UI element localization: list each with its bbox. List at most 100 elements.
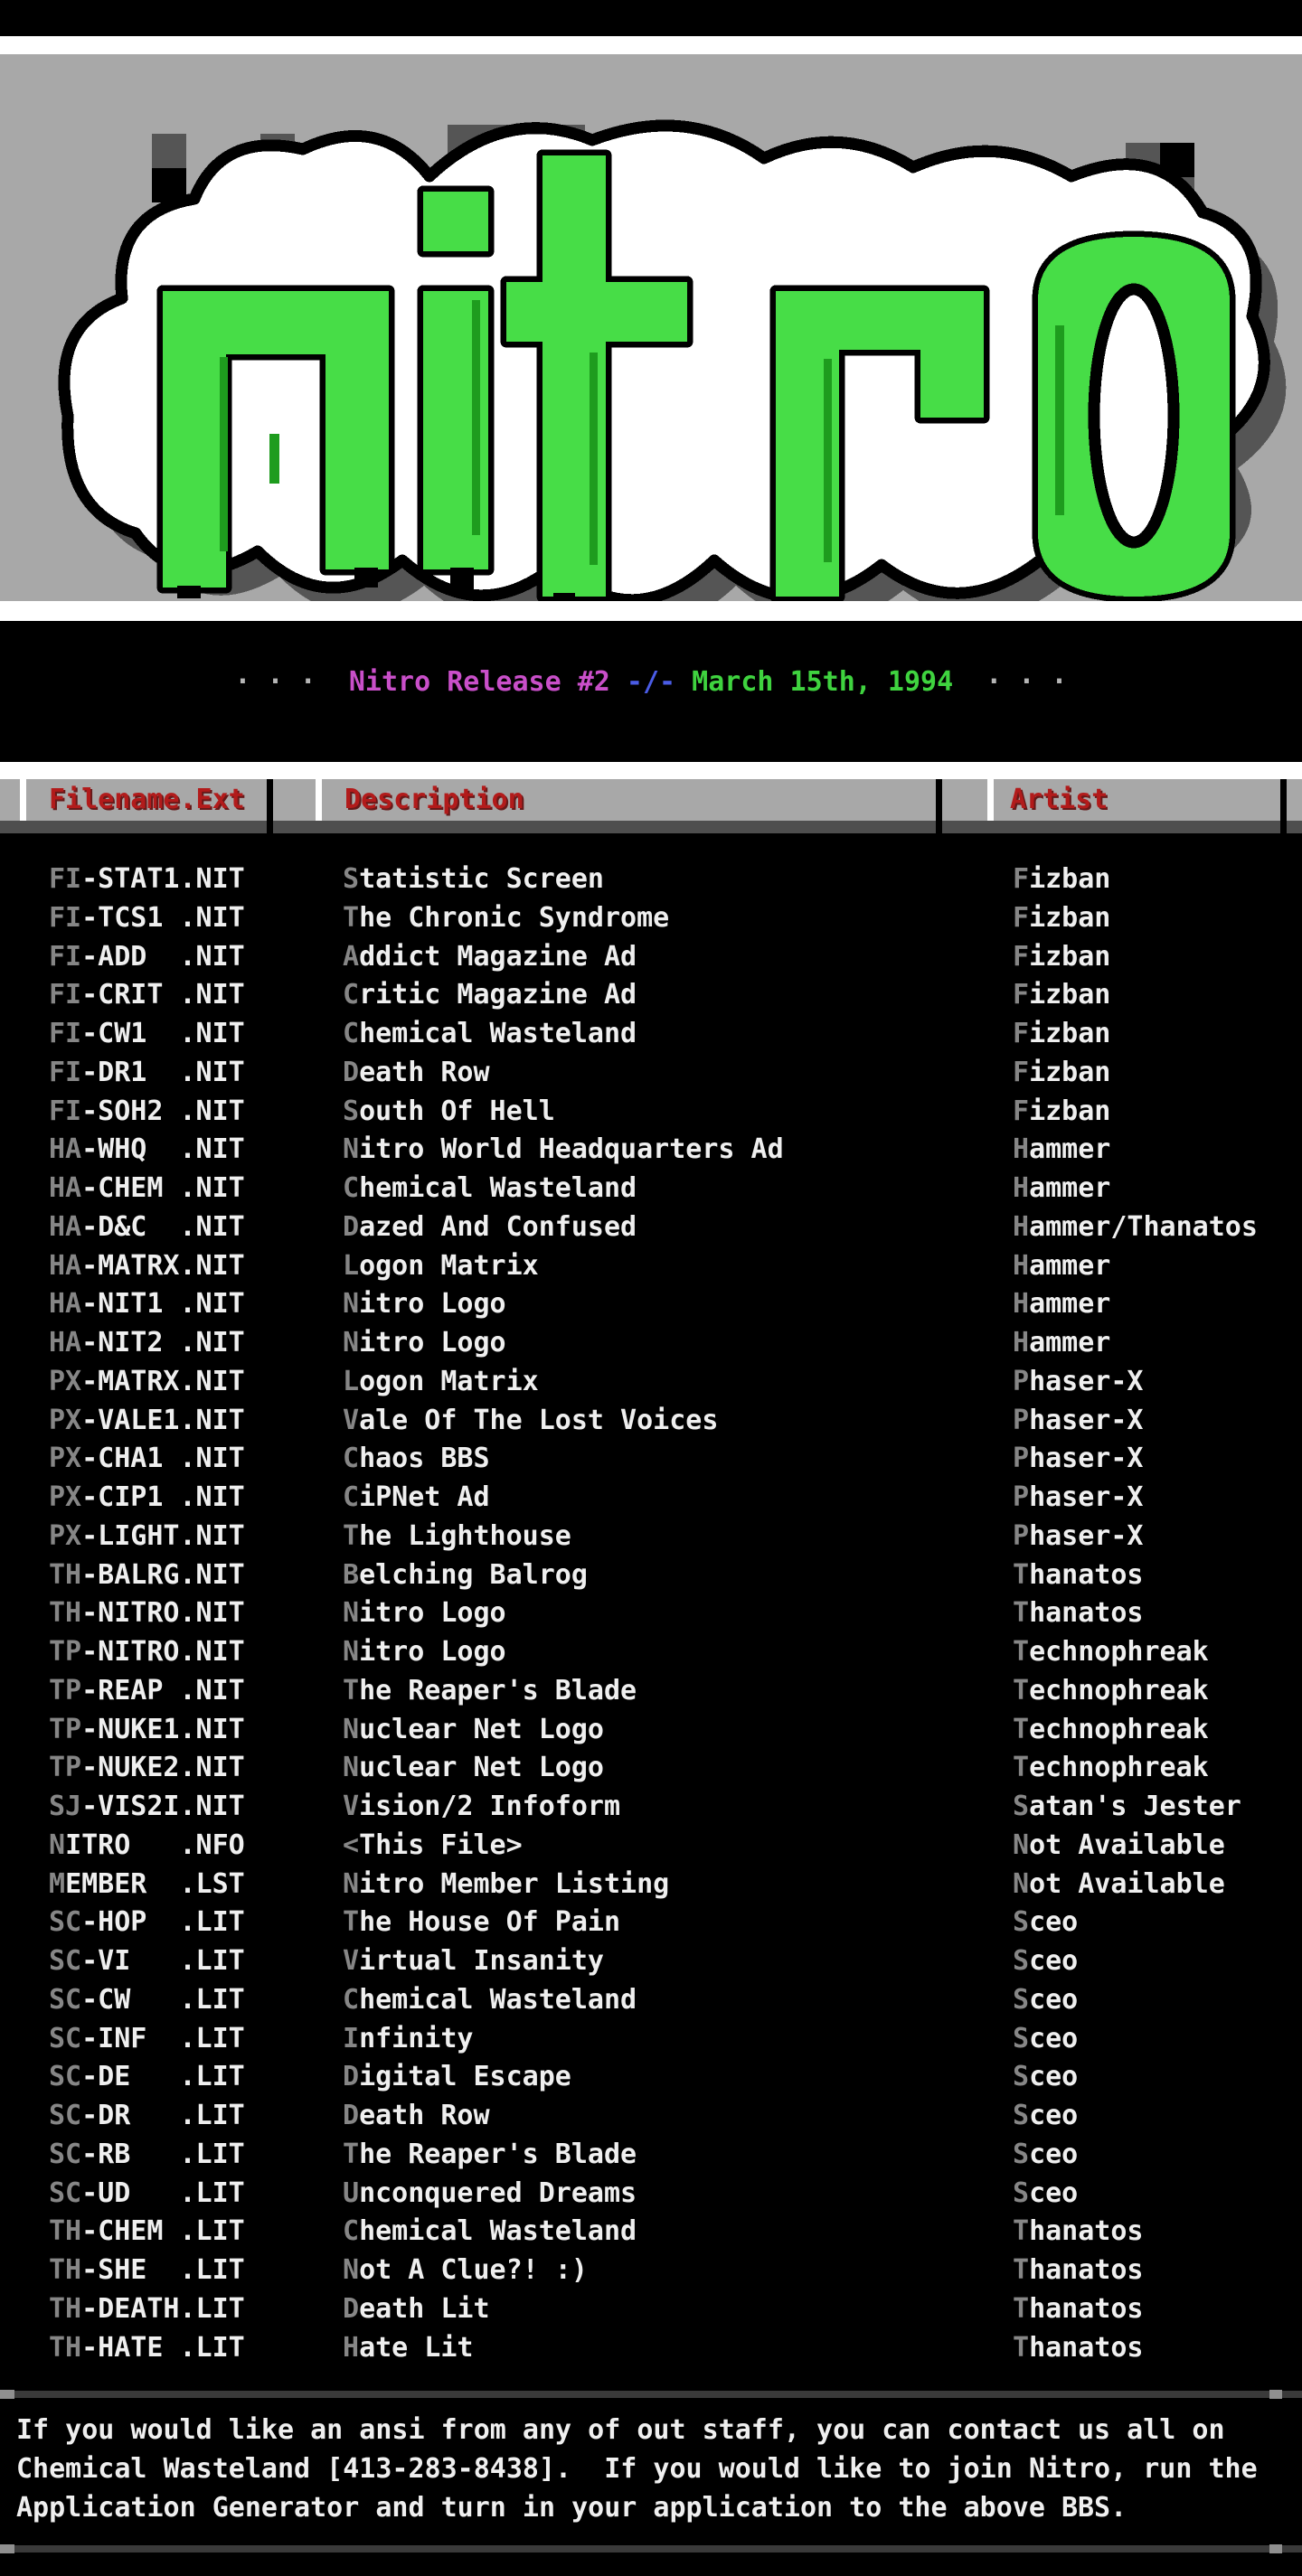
cell-text: izban — [1029, 1095, 1110, 1127]
cell-prefix: HA — [49, 1172, 81, 1204]
cell-prefix: C — [343, 1172, 359, 1204]
description-cell: Unconquered Dreams — [343, 2175, 637, 2214]
cell-text: echnophreak — [1029, 1675, 1209, 1706]
cell-text: haser-X — [1029, 1481, 1143, 1513]
cell-text: haser-X — [1029, 1405, 1143, 1436]
artist-cell: Thanatos — [1013, 2213, 1144, 2252]
description-cell: Logon Matrix — [343, 1247, 539, 1286]
cell-prefix: V — [343, 1405, 359, 1436]
cell-text: -NIT2 .NIT — [81, 1327, 245, 1359]
cell-prefix: H — [343, 2332, 359, 2364]
cell-prefix: P — [1013, 1405, 1029, 1436]
artist-cell: Sceo — [1013, 2020, 1078, 2059]
table-row: HA-NIT2 .NITNitro LogoHammer — [0, 1324, 1302, 1363]
cell-prefix: N — [343, 1714, 359, 1745]
description-cell: The House Of Pain — [343, 1904, 620, 1942]
artist-cell: Thanatos — [1013, 2329, 1144, 2368]
cell-text: -CW1 .NIT — [81, 1018, 245, 1049]
cell-prefix: P — [1013, 1366, 1029, 1397]
table-row: TH-CHEM .LITChemical WastelandThanatos — [0, 2213, 1302, 2252]
cell-text: -D&C .NIT — [81, 1211, 245, 1243]
filename-cell: HA-NIT2 .NIT — [49, 1324, 245, 1363]
cell-prefix: T — [1013, 1636, 1029, 1668]
cell-text: -MATRX.NIT — [81, 1250, 245, 1282]
cell-prefix: PX — [49, 1481, 81, 1513]
cell-prefix: N — [343, 1868, 359, 1900]
description-cell: Vale Of The Lost Voices — [343, 1402, 718, 1441]
cell-prefix: HA — [49, 1211, 81, 1243]
title-segment: Nitro Release #2 — [349, 666, 610, 698]
cell-text: he Chronic Syndrome — [359, 902, 669, 934]
cell-text: igital Escape — [359, 2061, 571, 2092]
cell-text: izban — [1029, 979, 1110, 1011]
description-cell: Dazed And Confused — [343, 1208, 637, 1247]
cell-text: -STAT1.NIT — [81, 863, 245, 895]
letter-i-dot — [423, 192, 488, 251]
filename-cell: HA-NIT1 .NIT — [49, 1285, 245, 1324]
cell-text: hemical Wasteland — [359, 1018, 637, 1049]
letter-o-hole — [1094, 289, 1174, 542]
artist-cell: Satan's Jester — [1013, 1788, 1241, 1827]
table-row: TH-SHE .LITNot A Clue?! :)Thanatos — [0, 2252, 1302, 2290]
artist-cell: Phaser-X — [1013, 1479, 1144, 1518]
cell-prefix: T — [1013, 2215, 1029, 2247]
cell-prefix: S — [1013, 2100, 1029, 2131]
cell-text: -RB .LIT — [81, 2139, 245, 2170]
cell-prefix: S — [1013, 1984, 1029, 2016]
cell-text: ritic Magazine Ad — [359, 979, 637, 1011]
cell-text: he House Of Pain — [359, 1906, 620, 1938]
cell-prefix: F — [1013, 979, 1029, 1011]
header-divider — [267, 779, 273, 833]
cell-text: azed And Confused — [359, 1211, 637, 1243]
artist-cell: Fizban — [1013, 899, 1110, 938]
artist-cell: Hammer — [1013, 1285, 1110, 1324]
cell-text: tatistic Screen — [359, 863, 604, 895]
cell-prefix: N — [1013, 1868, 1029, 1900]
cell-text: echnophreak — [1029, 1714, 1209, 1745]
cell-prefix: D — [343, 2293, 359, 2325]
cell-prefix: TH — [49, 2293, 81, 2325]
cell-prefix: N — [49, 1829, 65, 1861]
table-row: PX-CHA1 .NITChaos BBSPhaser-X — [0, 1440, 1302, 1479]
filename-cell: FI-ADD .NIT — [49, 938, 245, 977]
filename-cell: TP-NUKE1.NIT — [49, 1711, 245, 1750]
cell-prefix: D — [343, 1057, 359, 1088]
artist-cell: Hammer — [1013, 1131, 1110, 1170]
description-cell: The Reaper's Blade — [343, 1672, 637, 1711]
description-cell: Chaos BBS — [343, 1440, 490, 1479]
cell-prefix: TP — [49, 1675, 81, 1706]
description-cell: Statistic Screen — [343, 860, 604, 899]
cell-prefix: TP — [49, 1636, 81, 1668]
table-row: PX-VALE1.NITVale Of The Lost VoicesPhase… — [0, 1402, 1302, 1441]
cell-prefix: S — [1013, 2177, 1029, 2209]
cell-prefix: S — [1013, 1945, 1029, 1977]
separator-line — [0, 2391, 1302, 2398]
artist-cell: Phaser-X — [1013, 1363, 1144, 1402]
artist-cell: Fizban — [1013, 1054, 1110, 1093]
table-row: SC-RB .LITThe Reaper's BladeSceo — [0, 2136, 1302, 2175]
cell-prefix: H — [1013, 1327, 1029, 1359]
cell-text: ceo — [1029, 2023, 1078, 2054]
description-cell: Nuclear Net Logo — [343, 1711, 604, 1750]
logo-bottom-white-divider — [0, 601, 1302, 621]
artist-cell: Sceo — [1013, 1904, 1078, 1942]
cell-prefix: FI — [49, 1095, 81, 1127]
artist-cell: Thanatos — [1013, 2252, 1144, 2290]
table-row: TP-NUKE1.NITNuclear Net LogoTechnophreak — [0, 1711, 1302, 1750]
description-cell: The Lighthouse — [343, 1518, 571, 1556]
filename-cell: FI-DR1 .NIT — [49, 1054, 245, 1093]
cell-prefix: F — [1013, 902, 1029, 934]
artist-cell: Sceo — [1013, 1981, 1078, 2020]
cell-prefix: N — [343, 1327, 359, 1359]
release-title: · · · Nitro Release #2 -/- March 15th, 1… — [0, 663, 1302, 701]
filename-cell: PX-CIP1 .NIT — [49, 1479, 245, 1518]
cell-prefix: S — [343, 863, 359, 895]
filename-cell: PX-CHA1 .NIT — [49, 1440, 245, 1479]
cell-text: -NUKE2.NIT — [81, 1752, 245, 1783]
cell-prefix: SC — [49, 2023, 81, 2054]
cell-prefix: T — [1013, 2254, 1029, 2286]
cell-prefix: PX — [49, 1405, 81, 1436]
cell-prefix: C — [343, 1443, 359, 1474]
cell-text: -UD .LIT — [81, 2177, 245, 2209]
filename-cell: FI-CW1 .NIT — [49, 1015, 245, 1054]
